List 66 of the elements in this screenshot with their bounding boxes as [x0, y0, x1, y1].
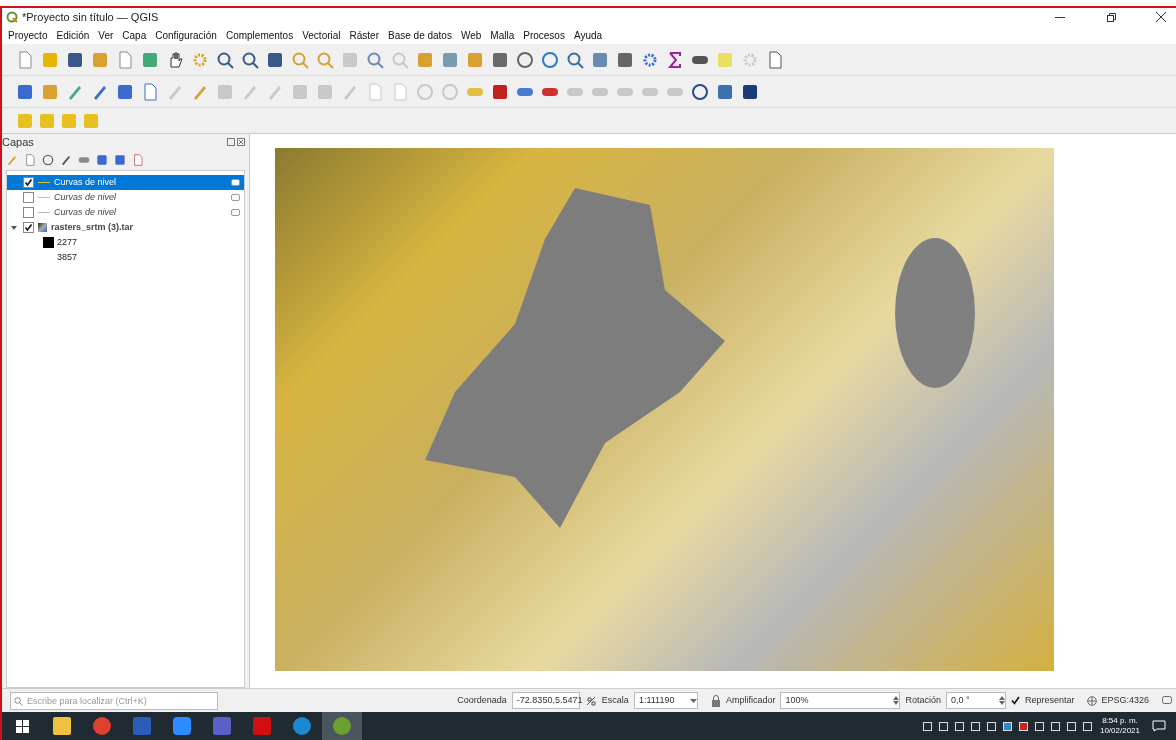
layer-row[interactable]: Curvas de nivel — [7, 205, 244, 220]
layer-name: Curvas de nivel — [54, 175, 118, 189]
menu-item[interactable]: Ayuda — [573, 27, 603, 43]
menu-item[interactable]: Malla — [490, 27, 515, 43]
scale-dropdown[interactable]: 1:111190 — [633, 692, 698, 709]
menu-item[interactable]: Base de datos — [388, 27, 452, 43]
coordinate-label: Coordenada — [457, 693, 507, 707]
raster-icon — [38, 223, 47, 232]
menu-item[interactable]: Ver — [98, 27, 114, 43]
coordinate-field[interactable]: -72.8350,5.5471 — [511, 692, 580, 709]
menu-item[interactable]: Web — [460, 27, 482, 43]
layer-name: Curvas de nivel — [54, 205, 118, 219]
menu-item[interactable]: Vectorial — [302, 27, 341, 43]
legend-label: 3857 — [57, 250, 78, 264]
menu-item[interactable]: Proyecto — [8, 27, 48, 43]
clock-time[interactable]: 8:54 p. m. — [1102, 716, 1138, 726]
close-icon[interactable] — [1156, 12, 1166, 22]
new-file-icon[interactable] — [16, 50, 34, 69]
windows-logo-icon — [15, 719, 29, 733]
magnifier-label: Amplificador — [725, 693, 776, 707]
scale-label: Escala — [601, 693, 629, 707]
expand-arrow-icon[interactable] — [11, 224, 17, 231]
line-symbol-icon — [38, 212, 50, 213]
magnifier-spinbox[interactable]: 100% — [780, 692, 901, 709]
lock-icon[interactable] — [710, 694, 721, 707]
crs-button[interactable]: EPSG:4326 — [1087, 693, 1149, 708]
zoom-out-icon[interactable] — [241, 50, 259, 69]
layer-checkbox[interactable] — [23, 177, 34, 188]
rotation-spinbox[interactable]: 0,0 ° — [945, 692, 1006, 709]
window-title: *Proyecto sin título — QGIS — [22, 9, 159, 25]
layer-name: Curvas de nivel — [54, 190, 118, 204]
zoom-in-icon[interactable] — [216, 50, 234, 69]
float-icon[interactable] — [227, 138, 235, 146]
menu-item[interactable]: Complementos — [225, 27, 294, 43]
line-symbol-icon — [38, 197, 50, 198]
legend-label: 2277 — [57, 235, 78, 249]
spin-arrows-icon — [998, 696, 1005, 705]
line-symbol-icon — [38, 182, 50, 183]
map-canvas[interactable] — [275, 148, 1054, 671]
menu-item[interactable]: Procesos — [523, 27, 565, 43]
layer-row[interactable]: Curvas de nivel — [7, 175, 244, 190]
panel-title: Capas — [2, 134, 34, 150]
globe-icon — [1087, 695, 1098, 706]
rotation-label: Rotación — [905, 693, 941, 707]
search-icon — [14, 696, 23, 706]
caret-icon — [689, 698, 697, 703]
menu-item[interactable]: Ráster — [349, 27, 379, 43]
messages-icon[interactable] — [1162, 695, 1172, 706]
spin-arrows-icon — [893, 696, 900, 705]
layer-checkbox[interactable] — [23, 207, 34, 218]
layer-checkbox[interactable] — [23, 192, 34, 203]
checkmark-icon — [1010, 696, 1020, 705]
restore-icon[interactable] — [1107, 12, 1116, 22]
notification-icon[interactable] — [1152, 720, 1166, 732]
locator-field[interactable]: Escribe para localizar (Ctrl+K) — [10, 691, 218, 710]
menu-item[interactable]: Capa — [122, 27, 147, 43]
layer-row[interactable]: Curvas de nivel — [7, 190, 244, 205]
clock-date[interactable]: 10/02/2021 — [1099, 726, 1140, 736]
sigma-icon[interactable] — [666, 50, 684, 69]
minimize-icon[interactable] — [1055, 16, 1065, 18]
layer-checkbox[interactable] — [23, 222, 34, 233]
render-checkbox[interactable]: Representar — [1010, 693, 1075, 708]
menu-item[interactable]: Configuración — [155, 27, 217, 43]
layer-name: rasters_srtm (3).tar — [51, 220, 135, 234]
layer-row[interactable]: rasters_srtm (3).tar — [7, 220, 244, 235]
menu-item[interactable]: Edición — [56, 27, 90, 43]
